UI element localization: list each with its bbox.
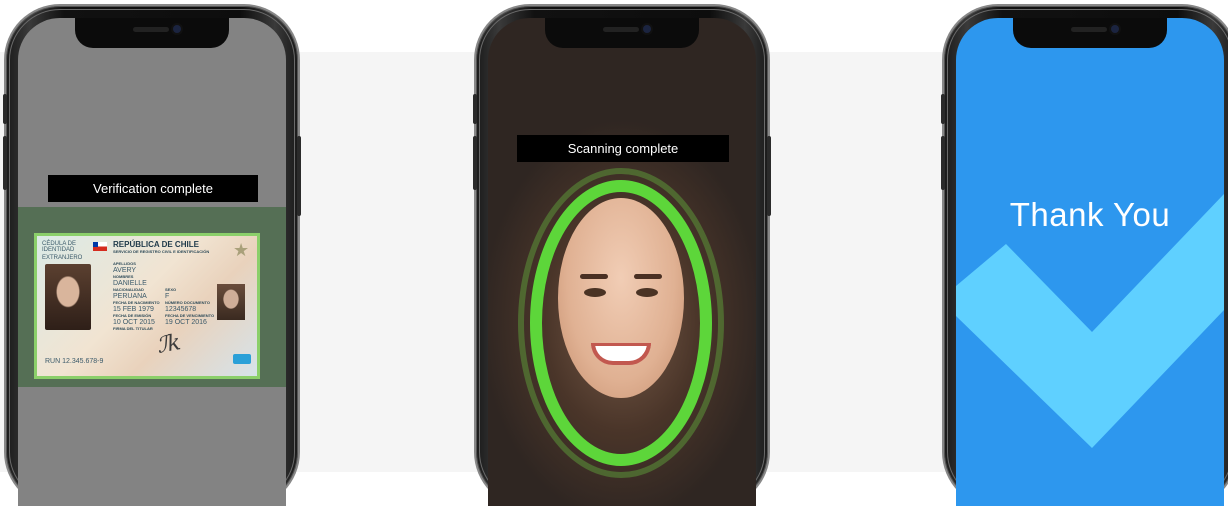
phone-screen: Scanning complete <box>488 18 756 506</box>
star-emblem-icon: ★ <box>233 240 250 260</box>
side-button <box>3 136 7 190</box>
side-button <box>941 94 945 124</box>
phone-screen: Thank You <box>956 18 1224 506</box>
notch <box>545 18 699 48</box>
signature-mark: ℐk <box>155 330 183 359</box>
camera-icon <box>643 25 651 33</box>
card-photo <box>45 264 91 330</box>
id-card: CÉDULA DE IDENTIDAD REPÚBLICA DE CHILE S… <box>34 233 260 379</box>
phone-screen: Verification complete CÉDULA DE IDENTIDA… <box>18 18 286 506</box>
thank-you-title: Thank You <box>1009 196 1171 233</box>
notch <box>75 18 229 48</box>
speaker <box>133 27 169 32</box>
notch <box>1013 18 1167 48</box>
card-run: RUN 12.345.678-9 <box>45 358 104 365</box>
camera-icon <box>173 25 181 33</box>
card-doc-type: CÉDULA DE IDENTIDAD <box>42 241 77 254</box>
phone-id-verification: Verification complete CÉDULA DE IDENTIDA… <box>3 6 301 506</box>
phone-thank-you: Thank You <box>941 6 1228 506</box>
scan-ring <box>530 180 712 466</box>
verification-banner: Verification complete <box>48 175 258 202</box>
expiry-label: FECHA DE VENCIMIENTO <box>165 313 215 318</box>
nationality-label: NACIONALIDAD <box>113 287 144 292</box>
side-button <box>941 136 945 190</box>
sex-label: SEXO <box>165 287 177 292</box>
surname-label: APELLIDOS <box>113 261 136 266</box>
speaker <box>1071 27 1107 32</box>
card-agency: SERVICIO DE REGISTRO CIVIL E IDENTIFICAC… <box>113 249 210 254</box>
speaker <box>603 27 639 32</box>
card-category: EXTRANJERO <box>42 255 83 261</box>
docnum-label: NÚMERO DOCUMENTO <box>165 300 211 305</box>
signature-label: FIRMA DEL TITULAR <box>113 326 153 331</box>
side-button <box>473 136 477 190</box>
side-button <box>473 94 477 124</box>
card-photo-small <box>217 284 245 320</box>
camera-icon <box>1111 25 1119 33</box>
chile-flag-icon <box>93 242 107 251</box>
chip-emblem-icon <box>233 354 251 364</box>
side-button <box>3 94 7 124</box>
birth-label: FECHA DE NACIMIENTO <box>113 300 160 305</box>
checkmark-icon <box>956 194 1224 448</box>
names-label: NOMBRES <box>113 274 134 279</box>
scanning-banner: Scanning complete <box>517 135 729 162</box>
side-button <box>767 136 771 216</box>
phone-face-scan: Scanning complete <box>473 6 771 506</box>
side-button <box>297 136 301 216</box>
expiry-value: 19 OCT 2016 <box>165 319 207 326</box>
issue-label: FECHA DE EMISIÓN <box>113 313 152 318</box>
